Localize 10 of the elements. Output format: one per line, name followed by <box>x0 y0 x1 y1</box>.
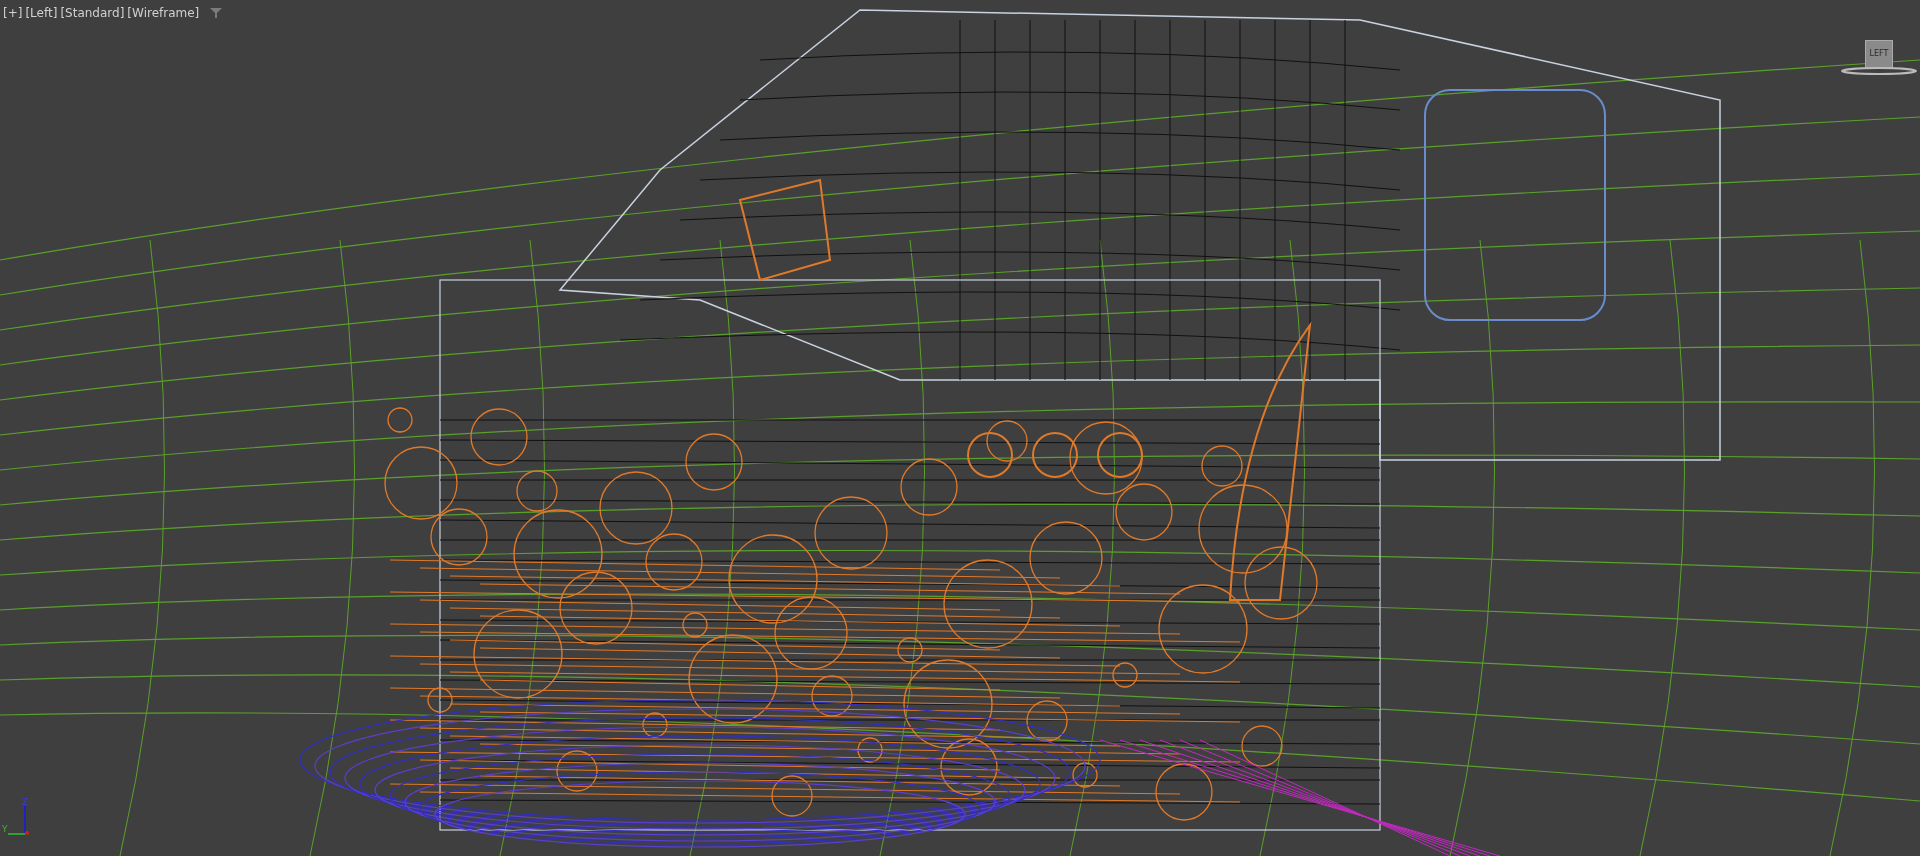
axis-label: Z <box>22 796 29 809</box>
viewport-label[interactable]: [+] <box>3 4 23 22</box>
viewport-label[interactable]: [Standard] <box>60 4 125 22</box>
view-cube-ring-icon <box>1840 66 1918 76</box>
viewport-label[interactable]: [Wireframe] <box>127 4 200 22</box>
view-cube[interactable]: LEFT <box>1865 40 1893 68</box>
axis-gizmo-icon <box>8 806 30 836</box>
axis-label: Y <box>2 823 8 836</box>
filter-icon[interactable] <box>210 7 223 19</box>
viewport-label[interactable]: [Left] <box>25 4 58 22</box>
